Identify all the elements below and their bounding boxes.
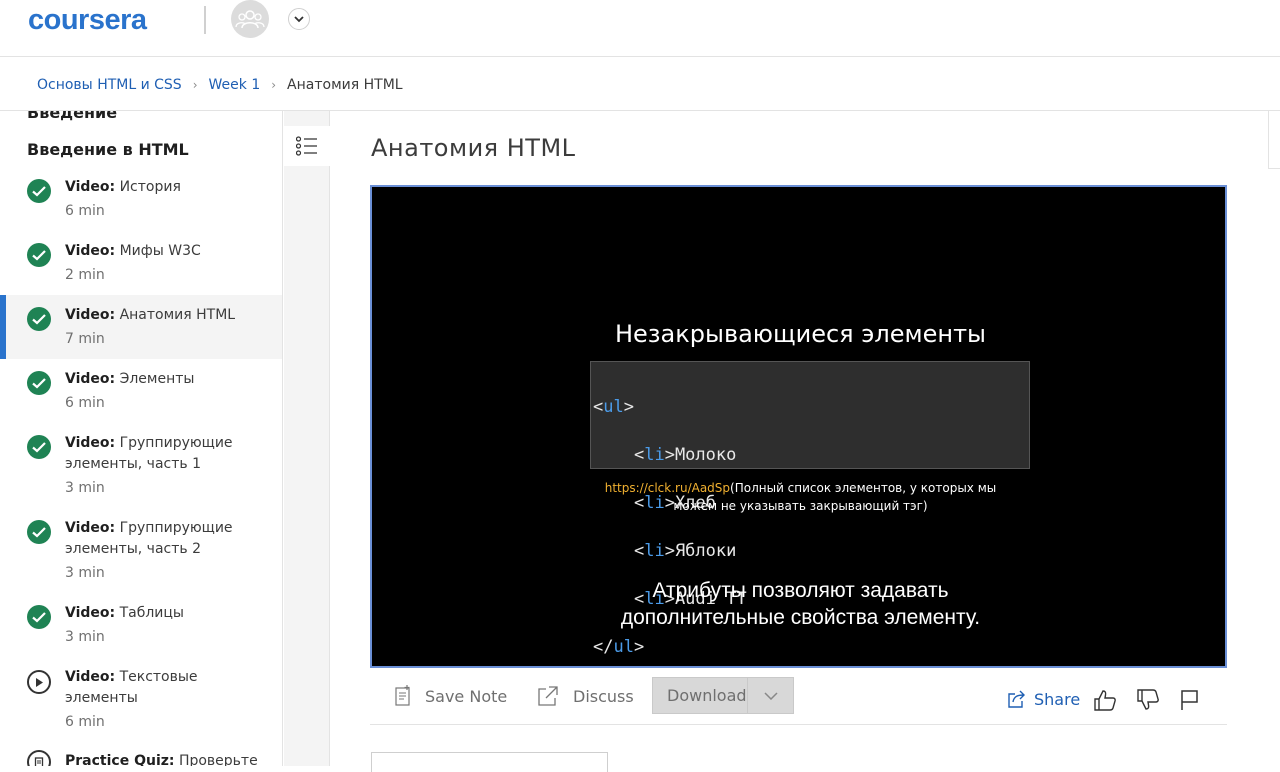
code-line: <li>Молоко (633, 445, 737, 465)
item-duration: 6 min (65, 203, 105, 219)
code-line: <li>Яблоки (633, 541, 737, 561)
completed-check-icon (27, 179, 51, 203)
item-title: Таблицы (119, 605, 184, 621)
item-title: Элементы (119, 371, 195, 387)
toggle-sidebar-button[interactable] (284, 126, 330, 166)
thumbs-down-icon[interactable] (1136, 688, 1160, 712)
sidebar-item-grouping-1[interactable]: Video: Группирующие элементы, часть 1 3 … (0, 423, 282, 508)
sidebar-item-elements[interactable]: Video: Элементы 6 min (0, 359, 282, 423)
completed-check-icon (27, 605, 51, 629)
item-title: История (119, 179, 181, 195)
content-card (371, 752, 608, 772)
page-title: Анатомия HTML (371, 134, 576, 162)
slide-url: https://clck.ru/AadSp (604, 481, 731, 495)
item-type: Video: (65, 371, 116, 387)
sidebar-item-w3c-myths[interactable]: Video: Мифы W3C 2 min (0, 231, 282, 295)
video-player[interactable]: Незакрывающиеся элементы <ul> <li>Молоко… (370, 185, 1227, 668)
item-title: Проверьте (178, 753, 258, 766)
item-type: Video: (65, 243, 116, 259)
section-heading: Введение в HTML (27, 140, 189, 159)
slide-caption: Атрибуты позволяют задавать дополнительн… (620, 579, 981, 629)
code-block: <ul> <li>Молоко <li>Хлеб <li>Яблоки <li>… (590, 361, 1030, 656)
divider (370, 724, 1227, 725)
item-duration: 6 min (65, 395, 105, 411)
sidebar-item-text-elements[interactable]: Video: Текстовые элементы 6 min (0, 657, 282, 742)
item-type: Video: (65, 605, 116, 621)
top-navigation-bar: coursera (0, 0, 1280, 57)
item-duration: 3 min (65, 629, 105, 645)
share-button[interactable]: Share (1008, 676, 1080, 722)
item-title: Анатомия HTML (119, 307, 236, 323)
slide-title: Незакрывающиеся элементы (614, 320, 986, 348)
item-duration: 2 min (65, 267, 105, 283)
item-duration: 3 min (65, 565, 105, 581)
item-type: Video: (65, 307, 116, 323)
flag-icon[interactable] (1178, 688, 1202, 712)
sidebar-item-tables[interactable]: Video: Таблицы 3 min (0, 593, 282, 657)
code-line: <ul> (593, 397, 634, 417)
share-icon (1008, 690, 1025, 708)
chevron-down-icon (763, 691, 778, 700)
save-note-label: Save Note (425, 686, 508, 706)
right-panel-edge (1268, 111, 1280, 169)
item-type: Video: (65, 520, 116, 536)
sidebar-item-grouping-2[interactable]: Video: Группирующие элементы, часть 2 3 … (0, 508, 282, 593)
section-heading: Введение (27, 111, 118, 122)
save-note-button[interactable]: Save Note (394, 676, 507, 716)
sidebar-item-history[interactable]: Video: История 6 min (0, 167, 282, 231)
chevron-right-icon: › (192, 78, 198, 92)
share-label: Share (1034, 689, 1081, 709)
people-icon (235, 10, 265, 29)
item-duration: 7 min (65, 331, 105, 347)
course-sidebar: Введение Введение в HTML Video: История … (0, 111, 283, 766)
thumbs-up-icon[interactable] (1093, 688, 1117, 712)
external-link-icon (538, 686, 558, 706)
completed-check-icon (27, 243, 51, 267)
breadcrumb-current: Анатомия HTML (287, 77, 403, 93)
sidebar-item-html-anatomy[interactable]: Video: Анатомия HTML 7 min (0, 295, 282, 359)
quiz-icon (27, 750, 51, 766)
video-action-bar: Save Note Discuss Download Share (370, 676, 1227, 716)
play-circle-icon (27, 670, 51, 694)
item-type: Practice Quiz: (65, 753, 175, 766)
completed-check-icon (27, 307, 51, 331)
chevron-right-icon: › (271, 78, 277, 92)
discuss-button[interactable]: Discuss (538, 676, 634, 716)
breadcrumb-course-link[interactable]: Основы HTML и CSS (37, 77, 182, 93)
sidebar-toggle-column (284, 111, 330, 766)
coursera-logo[interactable]: coursera (28, 4, 147, 37)
profile-avatar[interactable] (231, 0, 269, 38)
download-button[interactable]: Download (652, 677, 794, 714)
completed-check-icon (27, 520, 51, 544)
slide-link-text: https://clck.ru/AadSp(Полный список элем… (604, 481, 997, 513)
account-menu-button[interactable] (288, 8, 310, 30)
list-icon (296, 136, 317, 156)
note-icon (395, 685, 410, 706)
item-type: Video: (65, 435, 116, 451)
download-options-dropdown[interactable] (747, 678, 793, 713)
item-type: Video: (65, 669, 116, 685)
item-title: Мифы W3C (119, 243, 201, 259)
completed-check-icon (27, 371, 51, 395)
item-duration: 6 min (65, 714, 105, 730)
header-divider (204, 6, 206, 34)
sidebar-item-practice-quiz[interactable]: Practice Quiz: Проверьте (0, 742, 282, 766)
chevron-down-icon (294, 15, 304, 22)
item-type: Video: (65, 179, 116, 195)
completed-check-icon (27, 435, 51, 459)
breadcrumb-week-link[interactable]: Week 1 (209, 77, 261, 93)
code-line: </ul> (593, 637, 645, 657)
download-label: Download (667, 686, 747, 705)
item-duration: 3 min (65, 480, 105, 496)
discuss-label: Discuss (573, 686, 634, 706)
breadcrumb: Основы HTML и CSS › Week 1 › Анатомия HT… (37, 74, 403, 96)
